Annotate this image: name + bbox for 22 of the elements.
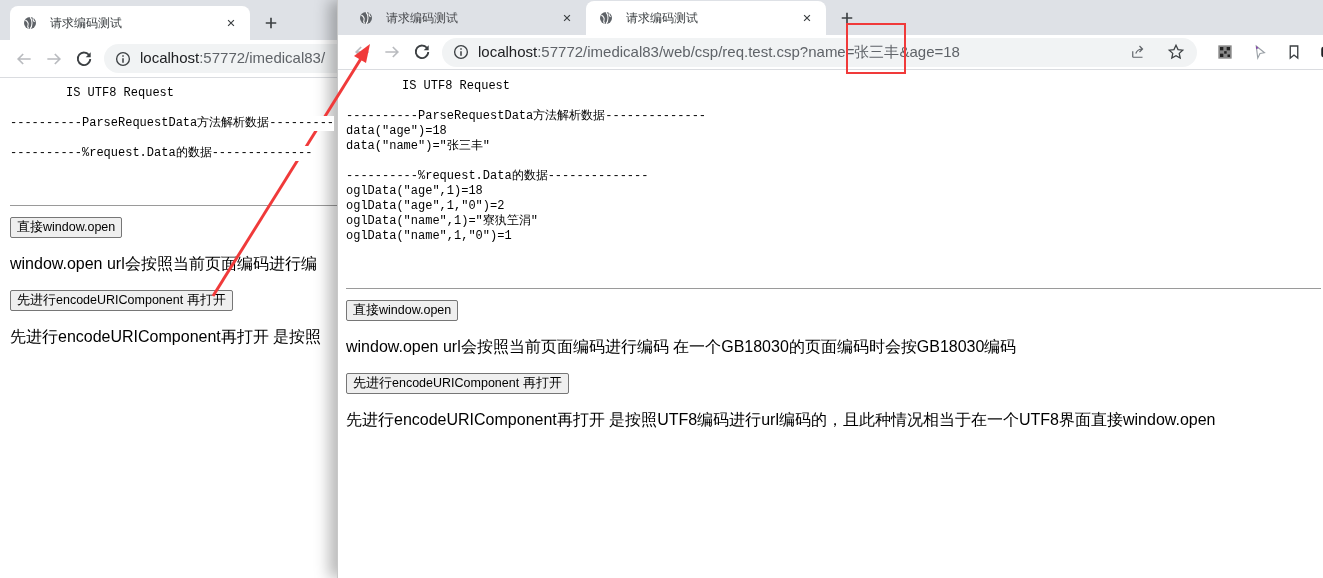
globe-icon[interactable] [598, 10, 614, 26]
address-bar[interactable]: localhost:57772/imedical83/ [104, 44, 337, 73]
reload-icon[interactable] [412, 42, 432, 62]
page-button[interactable]: 先进行encodeURIComponent 再打开 [346, 373, 569, 394]
description-text: 先进行encodeURIComponent再打开 是按照UTF8编码进行url编码的，且此种情况相当于在一个UTF8界面直接window.open [346, 410, 1217, 430]
globe-icon[interactable] [358, 10, 374, 26]
qr-code-icon[interactable] [1215, 42, 1235, 62]
page-button[interactable]: 先进行encodeURIComponent 再打开 [10, 290, 233, 311]
page-heading: IS UTF8 Request [66, 86, 175, 101]
address-text: localhost:57772/imedical83/ [140, 48, 327, 69]
page-heading: IS UTF8 Request [402, 79, 511, 94]
info-icon[interactable] [114, 49, 132, 68]
globe-icon[interactable] [22, 15, 38, 31]
browser-tab[interactable]: 请求编码测试 [586, 1, 826, 35]
browser-tab[interactable]: 请求编码测试 [346, 1, 586, 35]
description-text: window.open url会按照当前页面编码进行编码 在一个GB18030的页面编码时会按GB18030编码 [346, 337, 1018, 357]
page-button[interactable]: 直接window.open [346, 300, 459, 321]
browser-tab[interactable]: 请求编码测试 [10, 6, 250, 40]
page-button[interactable]: 直接window.open [10, 217, 123, 238]
star-icon[interactable] [1167, 43, 1185, 61]
description-text: 先进行encodeURIComponent再打开 是按照 [10, 327, 323, 347]
info-icon[interactable] [452, 43, 470, 61]
